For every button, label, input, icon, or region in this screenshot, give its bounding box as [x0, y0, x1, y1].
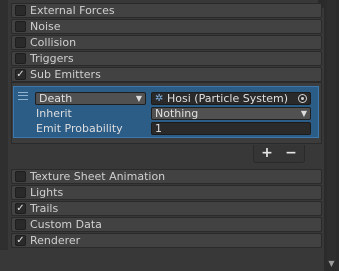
- dropdown-arrow-icon: ▼: [300, 109, 307, 118]
- particle-system-field[interactable]: ✲ Hosi (Particle System): [151, 92, 311, 105]
- check-icon[interactable]: ✓: [15, 235, 26, 246]
- module-lights[interactable]: Lights: [11, 185, 322, 200]
- module-checkbox[interactable]: [15, 21, 26, 32]
- list-footer: + −: [253, 145, 305, 163]
- module-checkbox[interactable]: [15, 219, 26, 230]
- module-checkbox[interactable]: [15, 53, 26, 64]
- module-checkbox[interactable]: [15, 187, 26, 198]
- drag-handle-icon[interactable]: [18, 92, 28, 100]
- module-noise[interactable]: Noise: [11, 19, 322, 34]
- module-label: Noise: [30, 20, 61, 33]
- module-label: Texture Sheet Animation: [30, 170, 166, 183]
- module-trails[interactable]: ✓ Trails: [11, 201, 322, 216]
- remove-button[interactable]: −: [282, 146, 300, 160]
- module-sub-emitters[interactable]: ✓ Sub Emitters: [11, 67, 322, 82]
- sub-emitter-item[interactable]: Death ▼ ✲ Hosi (Particle System) Inherit…: [13, 86, 319, 138]
- module-label: Collision: [30, 36, 77, 49]
- module-custom-data[interactable]: Custom Data: [11, 217, 322, 232]
- check-icon[interactable]: ✓: [15, 203, 26, 214]
- vertical-scrollbar[interactable]: ▼: [324, 0, 339, 271]
- module-checkbox[interactable]: [15, 5, 26, 16]
- module-checkbox[interactable]: [15, 171, 26, 182]
- add-button[interactable]: +: [258, 146, 276, 160]
- emit-probability-label: Emit Probability: [36, 122, 123, 135]
- module-checkbox[interactable]: [15, 37, 26, 48]
- inherit-value: Nothing: [155, 107, 199, 120]
- module-label: Lights: [30, 186, 64, 199]
- module-label: Custom Data: [30, 218, 102, 231]
- scroll-down-icon[interactable]: ▼: [326, 258, 337, 270]
- particle-system-inspector: External Forces Noise Collision Triggers…: [0, 0, 339, 271]
- module-label: Triggers: [30, 52, 74, 65]
- inherit-label: Inherit: [36, 107, 72, 120]
- module-external-forces[interactable]: External Forces: [11, 3, 322, 18]
- particle-system-name: Hosi (Particle System): [167, 92, 289, 105]
- module-triggers[interactable]: Triggers: [11, 51, 322, 66]
- module-label: Renderer: [30, 234, 81, 247]
- module-label: Sub Emitters: [30, 68, 101, 81]
- dropdown-arrow-icon: ▼: [135, 94, 142, 103]
- module-texture-sheet-animation[interactable]: Texture Sheet Animation: [11, 169, 322, 184]
- scroll-track[interactable]: [327, 0, 336, 262]
- inherit-dropdown[interactable]: Nothing ▼: [151, 107, 311, 120]
- particle-system-icon: ✲: [155, 93, 164, 104]
- module-label: Trails: [30, 202, 59, 215]
- module-renderer[interactable]: ✓ Renderer: [11, 233, 322, 248]
- trigger-value: Death: [39, 92, 73, 105]
- module-collision[interactable]: Collision: [11, 35, 322, 50]
- left-gutter: [0, 0, 8, 250]
- module-label: External Forces: [30, 4, 115, 17]
- trigger-dropdown[interactable]: Death ▼: [35, 92, 146, 105]
- emit-probability-field[interactable]: 1: [151, 122, 311, 135]
- check-icon[interactable]: ✓: [15, 69, 26, 80]
- object-picker-icon[interactable]: [298, 94, 307, 103]
